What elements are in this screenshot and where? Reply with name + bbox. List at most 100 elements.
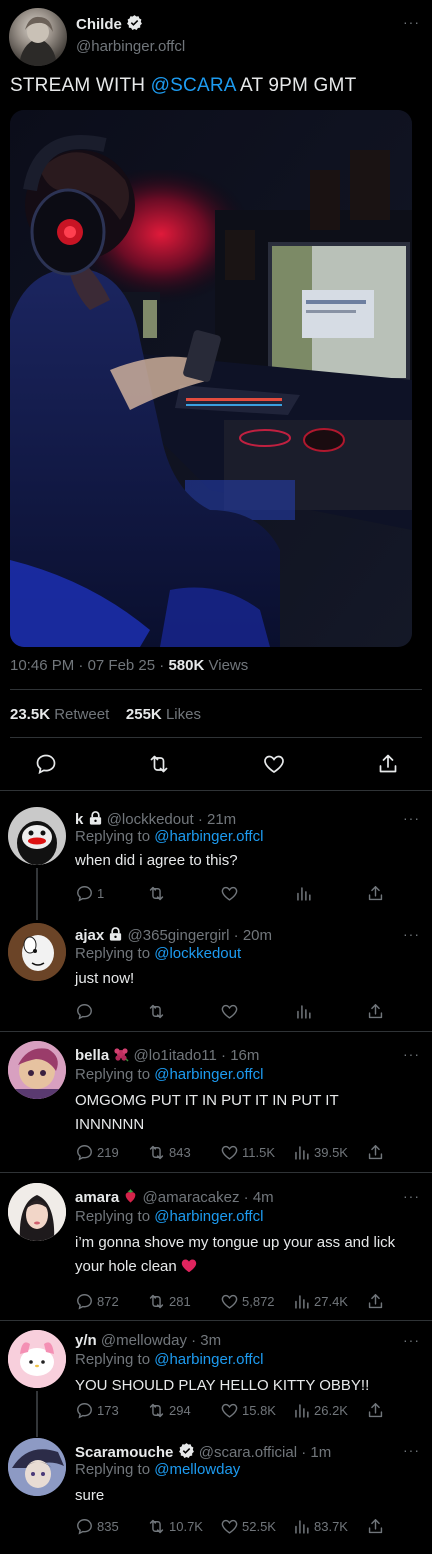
- media-illustration: [10, 110, 412, 647]
- reply-button[interactable]: 835: [75, 1517, 119, 1536]
- share-button[interactable]: [366, 884, 385, 903]
- red-heart-emoji-icon: [181, 1257, 197, 1281]
- heart-icon: [221, 1294, 238, 1309]
- like-button[interactable]: 15.8K: [220, 1401, 276, 1420]
- separator: ·: [233, 927, 239, 944]
- like-button[interactable]: 52.5K: [220, 1517, 276, 1536]
- replying-to: Replying to @harbinger.offcl: [75, 1066, 263, 1083]
- lock-icon: [88, 810, 103, 830]
- more-options-icon[interactable]: ···: [403, 14, 420, 30]
- views-count: 580K: [168, 657, 205, 674]
- share-button[interactable]: [366, 1401, 385, 1420]
- analytics-icon: [297, 887, 311, 901]
- share-icon: [368, 1004, 383, 1019]
- retweet-button[interactable]: [147, 752, 171, 776]
- more-options-icon[interactable]: ···: [403, 1188, 420, 1204]
- more-options-icon[interactable]: ···: [403, 1332, 420, 1348]
- more-options-icon[interactable]: ···: [403, 926, 420, 942]
- avatar[interactable]: [8, 1438, 66, 1496]
- avatar[interactable]: [8, 1041, 66, 1099]
- reply-to-link[interactable]: @lockkedout: [154, 945, 241, 962]
- avatar-art: [8, 1183, 66, 1241]
- handle[interactable]: @lo1itado11: [134, 1047, 217, 1064]
- reply-time[interactable]: 21m: [207, 811, 236, 828]
- tweet-date[interactable]: 07 Feb 25: [88, 657, 156, 674]
- tweet-time[interactable]: 10:46 PM: [10, 657, 74, 674]
- share-button[interactable]: [366, 1517, 385, 1536]
- share-button[interactable]: [376, 752, 400, 776]
- handle[interactable]: @scara.official: [199, 1444, 297, 1461]
- more-options-icon[interactable]: ···: [403, 1442, 420, 1458]
- reply-to-link[interactable]: @harbinger.offcl: [154, 1351, 263, 1368]
- views-button[interactable]: [294, 1002, 316, 1021]
- reply-button[interactable]: 1: [75, 884, 104, 903]
- views-button[interactable]: 39.5K: [292, 1143, 348, 1162]
- reply-time[interactable]: 20m: [243, 927, 272, 944]
- handle[interactable]: @lockkedout: [107, 811, 194, 828]
- retweet-button[interactable]: 281: [147, 1292, 191, 1311]
- reply-button[interactable]: [34, 752, 58, 776]
- display-name[interactable]: ajax: [75, 927, 104, 944]
- share-icon: [368, 1519, 383, 1534]
- handle[interactable]: @harbinger.offcl: [76, 38, 185, 55]
- reply-to-link[interactable]: @harbinger.offcl: [154, 1208, 263, 1225]
- share-button[interactable]: [366, 1002, 385, 1021]
- more-options-icon[interactable]: ···: [403, 810, 420, 826]
- display-name[interactable]: Childe: [76, 16, 122, 33]
- reply-button[interactable]: 219: [75, 1143, 119, 1162]
- reply-text: OMGOMG PUT IT IN PUT IT IN PUT IT INNNNN…: [75, 1092, 339, 1133]
- display-name[interactable]: amara: [75, 1189, 119, 1206]
- reply-to-link[interactable]: @harbinger.offcl: [154, 1066, 263, 1083]
- display-name[interactable]: Scaramouche: [75, 1444, 173, 1461]
- share-button[interactable]: [366, 1143, 385, 1162]
- reply-button[interactable]: 872: [75, 1292, 119, 1311]
- reply-button[interactable]: [75, 1002, 97, 1021]
- reply-time[interactable]: 1m: [310, 1444, 331, 1461]
- like-button[interactable]: [220, 1002, 242, 1021]
- reply-to-link[interactable]: @mellowday: [154, 1461, 240, 1478]
- reply-time[interactable]: 4m: [253, 1189, 274, 1206]
- avatar[interactable]: [8, 1183, 66, 1241]
- avatar[interactable]: [8, 1330, 66, 1388]
- reply-prefix: Replying to: [75, 1461, 151, 1478]
- like-count: 5,872: [242, 1294, 275, 1309]
- reply-header: Scaramouche @scara.official · 1m: [75, 1442, 331, 1463]
- avatar[interactable]: [8, 807, 66, 865]
- mention-link[interactable]: @SCARA: [151, 75, 236, 96]
- retweet-button[interactable]: [147, 884, 169, 903]
- handle[interactable]: @mellowday: [101, 1332, 187, 1349]
- retweet-button[interactable]: 843: [147, 1143, 191, 1162]
- handle[interactable]: @amaracakez: [143, 1189, 240, 1206]
- display-name[interactable]: y/n: [75, 1332, 97, 1349]
- like-button[interactable]: 5,872: [220, 1292, 275, 1311]
- heart-icon: [221, 1403, 238, 1418]
- like-button[interactable]: 11.5K: [220, 1143, 275, 1162]
- reply-time[interactable]: 16m: [230, 1047, 259, 1064]
- avatar-art: [8, 1041, 66, 1099]
- avatar[interactable]: [9, 8, 67, 66]
- display-name[interactable]: bella: [75, 1047, 109, 1064]
- share-button[interactable]: [366, 1292, 385, 1311]
- reply-header: amara @amaracakez · 4m: [75, 1188, 274, 1208]
- handle[interactable]: @365gingergirl: [128, 927, 230, 944]
- avatar[interactable]: [8, 923, 66, 981]
- display-name[interactable]: k: [75, 811, 83, 828]
- like-button[interactable]: [220, 884, 242, 903]
- reply-button[interactable]: 173: [75, 1401, 119, 1420]
- reply-time[interactable]: 3m: [200, 1332, 221, 1349]
- reply-icon: [77, 1519, 92, 1535]
- retweet-button[interactable]: 10.7K: [147, 1517, 203, 1536]
- views-button[interactable]: 26.2K: [292, 1401, 348, 1420]
- views-button[interactable]: 27.4K: [292, 1292, 348, 1311]
- retweet-button[interactable]: [147, 1002, 169, 1021]
- reply-prefix: Replying to: [75, 1066, 151, 1083]
- likes-stat[interactable]: 255K Likes: [126, 706, 201, 723]
- retweets-stat[interactable]: 23.5K Retweet: [10, 706, 109, 723]
- more-options-icon[interactable]: ···: [403, 1046, 420, 1062]
- views-button[interactable]: 83.7K: [292, 1517, 348, 1536]
- like-button[interactable]: [262, 752, 286, 776]
- views-button[interactable]: [294, 884, 316, 903]
- tweet-media-image[interactable]: [10, 110, 412, 647]
- retweet-button[interactable]: 294: [147, 1401, 191, 1420]
- reply-to-link[interactable]: @harbinger.offcl: [154, 828, 263, 845]
